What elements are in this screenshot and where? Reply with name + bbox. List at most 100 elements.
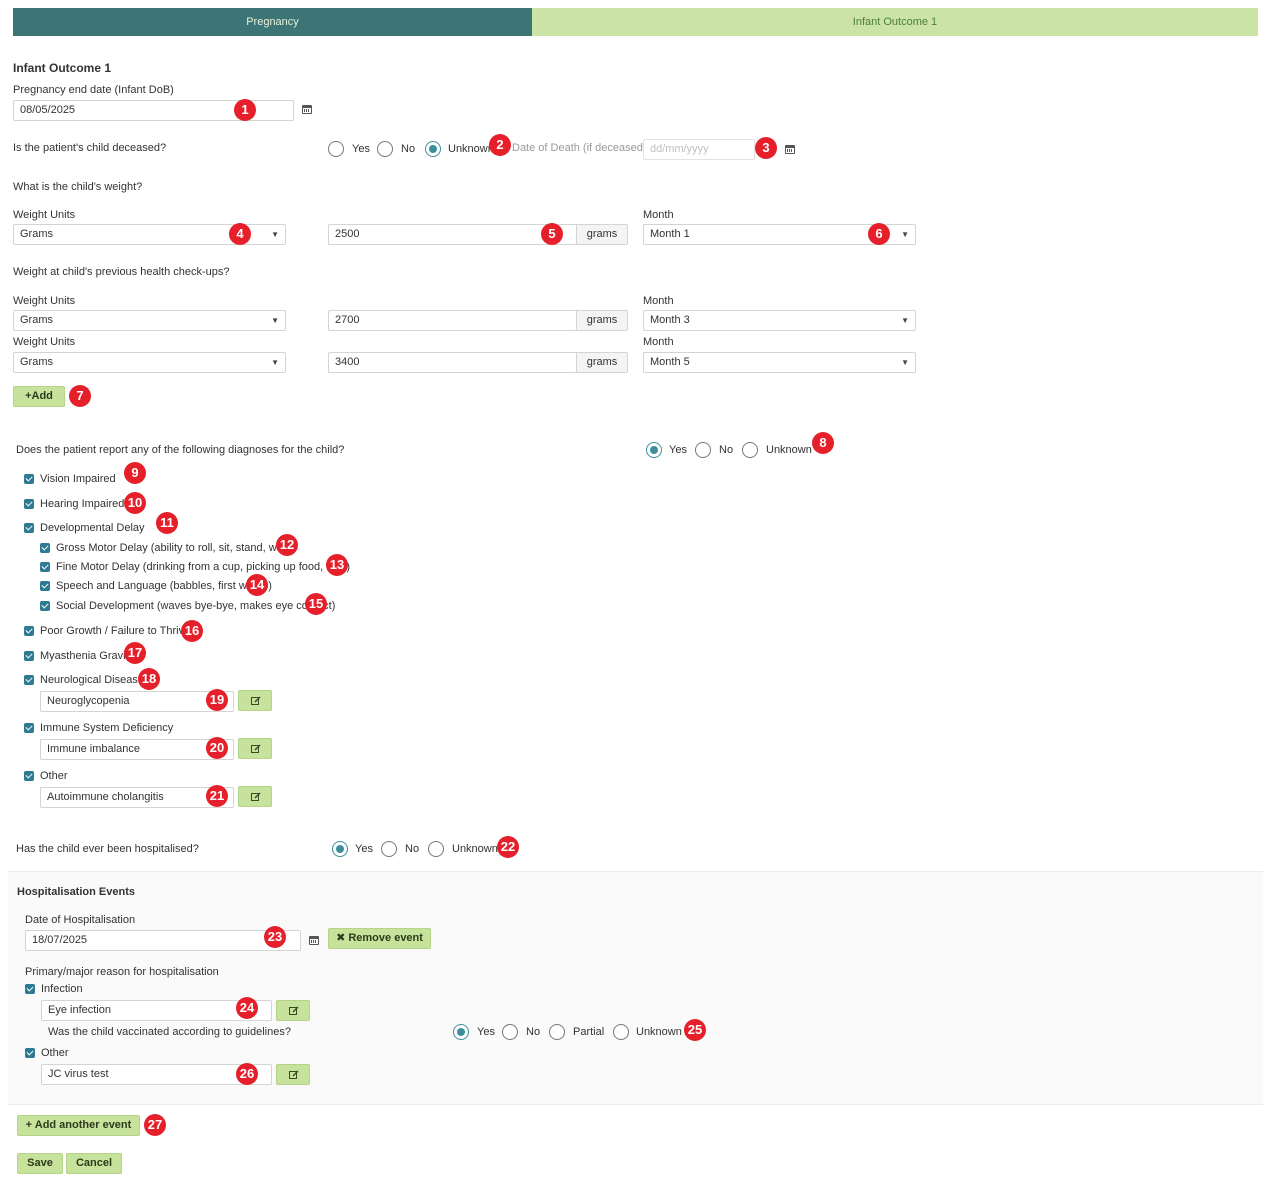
remove-event-button[interactable]: ✖ Remove event: [328, 928, 431, 949]
caret-down-icon: ▼: [901, 230, 909, 239]
developmental-delay-label: Developmental Delay: [40, 522, 145, 534]
developmental-delay-checkbox[interactable]: [24, 523, 34, 533]
neurological-disease-checkbox[interactable]: [24, 675, 34, 685]
weight-question: What is the child's weight?: [13, 181, 143, 193]
edit-button[interactable]: [276, 1000, 310, 1021]
annotation-badge-20: 20: [206, 737, 228, 759]
deceased-yes-radio[interactable]: [328, 141, 344, 157]
save-button[interactable]: Save: [17, 1153, 63, 1174]
add-another-event-button[interactable]: + Add another event: [17, 1115, 140, 1136]
immune-deficiency-checkbox[interactable]: [24, 723, 34, 733]
poor-growth-checkbox[interactable]: [24, 626, 34, 636]
date-of-death-input[interactable]: dd/mm/yyyy: [643, 139, 755, 160]
weight-value-input[interactable]: 2500: [328, 224, 577, 245]
annotation-badge-6: 6: [868, 223, 890, 245]
other-diagnosis-checkbox[interactable]: [24, 771, 34, 781]
annotation-badge-21: 21: [206, 785, 228, 807]
edit-button[interactable]: [276, 1064, 310, 1085]
month-label: Month: [643, 336, 674, 348]
gross-motor-delay-label: Gross Motor Delay (ability to roll, sit,…: [56, 542, 295, 554]
annotation-badge-19: 19: [206, 689, 228, 711]
annotation-badge-9: 9: [124, 462, 146, 484]
diagnoses-unknown-radio[interactable]: [742, 442, 758, 458]
prev-weight-units-select[interactable]: Grams ▼: [13, 310, 286, 331]
hospitalised-no-radio[interactable]: [381, 841, 397, 857]
vaccinated-partial-radio[interactable]: [549, 1024, 565, 1040]
diagnoses-no-radio[interactable]: [695, 442, 711, 458]
hearing-impaired-checkbox[interactable]: [24, 499, 34, 509]
grams-addon: grams: [576, 310, 628, 331]
hospitalised-yes-radio[interactable]: [332, 841, 348, 857]
annotation-badge-4: 4: [229, 223, 251, 245]
deceased-no-radio[interactable]: [377, 141, 393, 157]
cancel-button[interactable]: Cancel: [66, 1153, 122, 1174]
myasthenia-gravis-checkbox[interactable]: [24, 651, 34, 661]
date-of-hospitalisation-label: Date of Hospitalisation: [25, 914, 136, 926]
edit-icon: [289, 1006, 299, 1015]
social-development-label: Social Development (waves bye-bye, makes…: [56, 600, 336, 612]
tab-infant-outcome-1[interactable]: Infant Outcome 1: [532, 8, 1258, 36]
add-weight-button[interactable]: +Add: [13, 386, 65, 407]
calendar-icon[interactable]: [302, 104, 312, 114]
fine-motor-delay-checkbox[interactable]: [40, 562, 50, 572]
month-label: Month: [643, 209, 674, 221]
month-label: Month: [643, 295, 674, 307]
hospitalised-unknown-radio[interactable]: [428, 841, 444, 857]
other-diagnosis-input[interactable]: Autoimmune cholangitis: [40, 787, 234, 808]
vision-impaired-checkbox[interactable]: [24, 474, 34, 484]
edit-button[interactable]: [238, 786, 272, 807]
hospitalised-no-label: No: [405, 843, 420, 855]
edit-button[interactable]: [238, 690, 272, 711]
vaccinated-no-radio[interactable]: [502, 1024, 518, 1040]
weight-units-value: Grams: [20, 228, 53, 240]
deceased-question: Is the patient's child deceased?: [13, 142, 167, 154]
annotation-badge-16: 16: [181, 620, 203, 642]
tab-pregnancy[interactable]: Pregnancy: [13, 8, 532, 36]
other-reason-checkbox[interactable]: [25, 1048, 35, 1058]
infection-label: Infection: [41, 983, 83, 995]
prev-weights-question: Weight at child's previous health check-…: [13, 266, 230, 278]
prev-month-select[interactable]: Month 5 ▼: [643, 352, 916, 373]
other-diagnosis-label: Other: [40, 770, 68, 782]
gross-motor-delay-checkbox[interactable]: [40, 543, 50, 553]
annotation-badge-5: 5: [541, 223, 563, 245]
prev-month-value: Month 5: [650, 356, 690, 368]
divider: [8, 1104, 1263, 1105]
month-value: Month 1: [650, 228, 690, 240]
prev-weight-value-input[interactable]: 3400: [328, 352, 577, 373]
remove-event-label: Remove event: [348, 932, 423, 944]
edit-icon: [251, 744, 261, 753]
diagnoses-yes-radio[interactable]: [646, 442, 662, 458]
annotation-badge-18: 18: [138, 668, 160, 690]
annotation-badge-27: 27: [144, 1114, 166, 1136]
calendar-icon[interactable]: [309, 935, 319, 945]
caret-down-icon: ▼: [271, 358, 279, 367]
diagnoses-no-label: No: [719, 444, 734, 456]
deceased-unknown-radio[interactable]: [425, 141, 441, 157]
immune-deficiency-input[interactable]: Immune imbalance: [40, 739, 234, 760]
social-development-checkbox[interactable]: [40, 601, 50, 611]
prev-weight-units-select[interactable]: Grams ▼: [13, 352, 286, 373]
annotation-badge-7: 7: [69, 385, 91, 407]
vaccinated-yes-label: Yes: [477, 1026, 495, 1038]
annotation-badge-14: 14: [246, 574, 268, 596]
neurological-disease-input[interactable]: Neuroglycopenia: [40, 691, 234, 712]
prev-weight-value-input[interactable]: 2700: [328, 310, 577, 331]
speech-language-checkbox[interactable]: [40, 581, 50, 591]
weight-units-label: Weight Units: [13, 295, 76, 307]
weight-units-label: Weight Units: [13, 209, 76, 221]
vaccinated-question: Was the child vaccinated according to gu…: [48, 1026, 291, 1038]
speech-language-label: Speech and Language (babbles, first word…: [56, 580, 272, 592]
edit-button[interactable]: [238, 738, 272, 759]
calendar-icon[interactable]: [785, 144, 795, 154]
date-of-hospitalisation-input[interactable]: 18/07/2025: [25, 930, 301, 951]
annotation-badge-13: 13: [326, 554, 348, 576]
hospitalised-question: Has the child ever been hospitalised?: [16, 843, 199, 855]
vaccinated-yes-radio[interactable]: [453, 1024, 469, 1040]
vaccinated-unknown-radio[interactable]: [613, 1024, 629, 1040]
vision-impaired-label: Vision Impaired: [40, 473, 116, 485]
infection-checkbox[interactable]: [25, 984, 35, 994]
section-title: Infant Outcome 1: [13, 61, 112, 75]
deceased-unknown-label: Unknown: [448, 143, 494, 155]
prev-month-select[interactable]: Month 3 ▼: [643, 310, 916, 331]
